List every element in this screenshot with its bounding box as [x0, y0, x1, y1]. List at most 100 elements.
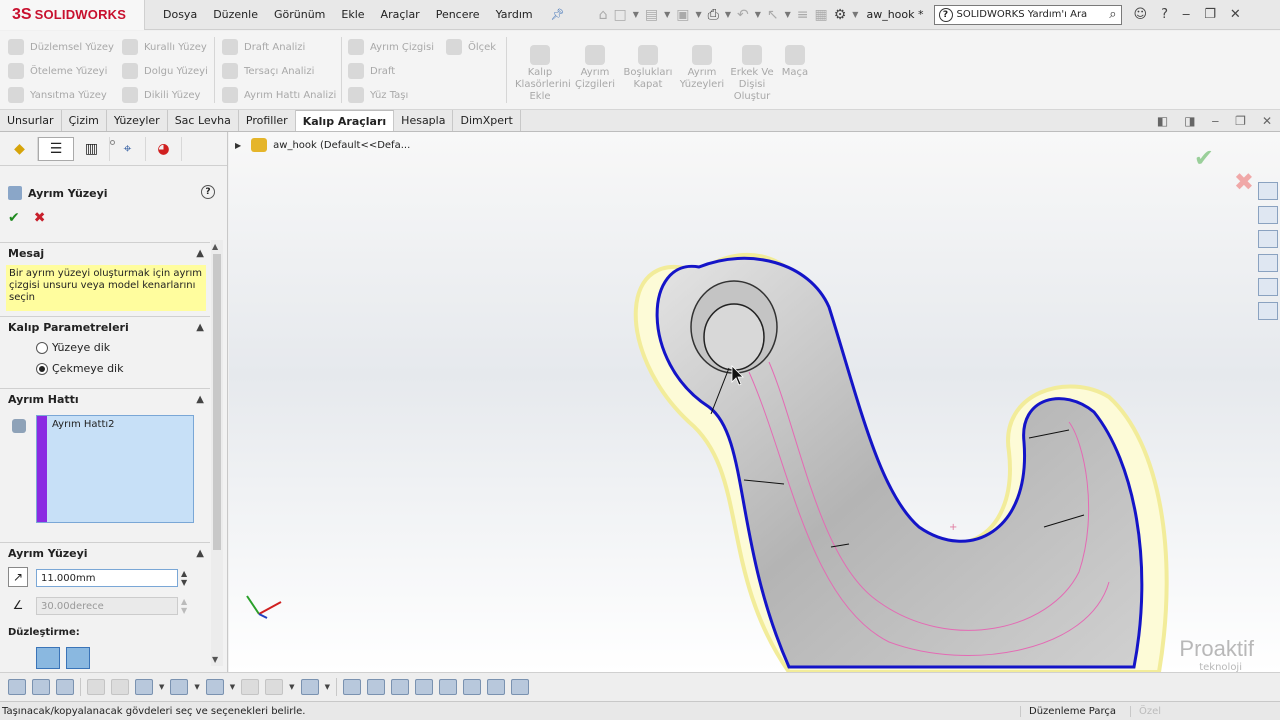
view-settings-icon[interactable] [300, 679, 319, 695]
message-header[interactable]: Mesaj ▲ [0, 243, 210, 263]
menu-window[interactable]: Pencere [436, 8, 480, 21]
panel-grip[interactable] [110, 140, 115, 145]
feature-manager-tab[interactable]: ◆ [2, 136, 38, 161]
collapse-chevron-icon[interactable]: ▲ [196, 394, 204, 405]
property-manager-tab[interactable]: ☰ [38, 136, 74, 161]
help-search-input[interactable]: ? SOLIDWORKS Yardım'ı Ara ⌕ [933, 4, 1122, 25]
tab-sketch[interactable]: Çizim [62, 110, 107, 131]
new-document-icon[interactable]: □ [613, 7, 626, 23]
collapse-chevron-icon[interactable]: ▲ [196, 548, 204, 559]
custom-properties-icon[interactable] [1258, 302, 1278, 320]
open-folder-icon[interactable]: ▤ [645, 7, 658, 23]
appearances-icon[interactable] [1258, 278, 1278, 296]
radio-perpendicular-to-pull[interactable]: Çekmeye dik [0, 358, 210, 379]
restore-icon[interactable]: ❐ [1204, 7, 1216, 22]
pm-help-icon[interactable]: ? [201, 185, 215, 199]
display-style-icon[interactable] [170, 679, 189, 695]
menu-file[interactable]: Dosya [163, 8, 197, 21]
mold-folders-button[interactable]: Kalıp Klasörlerini Ekle [515, 45, 571, 103]
save-icon[interactable]: ▣ [676, 7, 689, 23]
left-view-icon[interactable] [390, 679, 409, 695]
right-view-icon[interactable] [414, 679, 433, 695]
solidworks-logo[interactable]: 3S SOLIDWORKS [0, 0, 145, 30]
planar-surface-button[interactable]: Düzlemsel Yüzey [8, 35, 114, 59]
tab-surfaces[interactable]: Yüzeyler [107, 110, 168, 131]
tab-features[interactable]: Unsurlar [0, 110, 62, 131]
edit-appearance-icon[interactable] [241, 679, 260, 695]
search-icon[interactable]: ⌕ [1109, 7, 1116, 22]
configuration-manager-tab[interactable]: ▥ [74, 136, 110, 161]
tab-dimxpert[interactable]: DimXpert [453, 110, 521, 131]
angle-input[interactable]: 30.00derece [36, 597, 178, 615]
help-icon[interactable]: ? [1161, 7, 1168, 22]
hide-show-items-icon[interactable] [205, 679, 224, 695]
undo-icon[interactable]: ↶ [737, 7, 749, 23]
confirm-cancel-icon[interactable]: ✖ [1234, 168, 1254, 196]
cancel-x-icon[interactable]: ✖ [34, 210, 46, 226]
knit-surface-button[interactable]: Dikili Yüzey [122, 83, 208, 107]
hook-model[interactable] [229, 132, 1280, 672]
parting-surface-header[interactable]: Ayrım Yüzeyi ▲ [0, 543, 210, 563]
tile-left-icon[interactable]: ◧ [1157, 114, 1168, 128]
menu-edit[interactable]: Düzenle [213, 8, 258, 21]
tab-mold-tools[interactable]: Kalıp Araçları [295, 110, 395, 131]
graphics-area[interactable]: ▶ aw_hook (Default<<Defa... ✔ ✖ + Proakt… [229, 132, 1280, 672]
front-view-icon[interactable] [342, 679, 361, 695]
back-view-icon[interactable] [366, 679, 385, 695]
collapse-chevron-icon[interactable]: ▲ [196, 248, 204, 259]
display-manager-tab[interactable]: ◕ [146, 136, 182, 161]
previous-view-icon[interactable] [56, 679, 74, 695]
section-view-icon[interactable] [87, 679, 105, 695]
viewport-close-icon[interactable]: ✕ [1262, 114, 1272, 128]
viewport-minimize-icon[interactable]: ‒ [1212, 114, 1220, 128]
confirm-ok-icon[interactable]: ✔ [1194, 144, 1214, 172]
tab-profiles[interactable]: Profiller [239, 110, 296, 131]
scroll-up-icon[interactable]: ▲ [212, 242, 218, 251]
status-custom-units[interactable]: Özel [1130, 705, 1200, 717]
file-explorer-icon[interactable] [1258, 230, 1278, 248]
distance-input[interactable]: 11.000mm [36, 569, 178, 587]
ruled-surface-button[interactable]: Kurallı Yüzey [122, 35, 208, 59]
normal-to-icon[interactable] [510, 679, 529, 695]
scroll-thumb[interactable] [213, 254, 221, 550]
viewport-restore-icon[interactable]: ❐ [1235, 114, 1246, 128]
selected-parting-line[interactable]: Ayrım Hattı2 [52, 419, 115, 430]
gear-icon[interactable]: ⚙ [834, 7, 847, 23]
angle-spinner[interactable]: ▲ ▼ [181, 597, 187, 615]
smooth-smoothing-button[interactable] [66, 647, 90, 669]
home-icon[interactable]: ⌂ [599, 7, 608, 23]
apply-scene-icon[interactable] [265, 679, 284, 695]
parting-line-header[interactable]: Ayrım Hattı ▲ [0, 389, 210, 409]
file-properties-icon[interactable]: ▦ [815, 7, 828, 23]
solidworks-resources-icon[interactable] [1258, 182, 1278, 200]
design-library-icon[interactable] [1258, 206, 1278, 224]
tile-right-icon[interactable]: ◨ [1184, 114, 1195, 128]
select-arrow-icon[interactable]: ↖ [767, 7, 779, 23]
parting-lines-button[interactable]: Ayrım Çizgileri [570, 45, 620, 91]
split-line-button[interactable]: Ayrım Çizgisi [348, 35, 434, 59]
menu-tools[interactable]: Araçlar [381, 8, 420, 21]
dimxpert-manager-tab[interactable]: ⌖ [110, 136, 146, 161]
draft-button[interactable]: Draft [348, 59, 434, 83]
user-icon[interactable]: ☺ [1134, 7, 1148, 22]
undercut-analysis-button[interactable]: Tersaçı Analizi [222, 59, 336, 83]
close-icon[interactable]: ✕ [1230, 7, 1241, 22]
radio-normal-to-surface[interactable]: Yüzeye dik [0, 337, 210, 358]
print-icon[interactable]: ⎙ [708, 7, 719, 23]
menu-help[interactable]: Yardım [496, 8, 533, 21]
radio-button-selected[interactable] [36, 362, 48, 375]
collapse-chevron-icon[interactable]: ▲ [196, 322, 204, 333]
mirror-surface-button[interactable]: Yansıtma Yüzey [8, 83, 114, 107]
tab-evaluate[interactable]: Hesapla [394, 110, 454, 131]
menu-insert[interactable]: Ekle [341, 8, 364, 21]
ok-checkmark-icon[interactable]: ✔ [8, 210, 20, 226]
parting-surfaces-button[interactable]: Ayrım Yüzeyleri [677, 45, 727, 91]
tab-sheet-metal[interactable]: Sac Levha [168, 110, 239, 131]
menu-view[interactable]: Görünüm [274, 8, 325, 21]
move-face-button[interactable]: Yüz Taşı [348, 83, 434, 107]
isometric-view-icon[interactable] [486, 679, 505, 695]
shut-off-surfaces-button[interactable]: Boşlukları Kapat [623, 45, 673, 91]
pin-icon[interactable]: 📌︎ [551, 8, 565, 21]
sharp-smoothing-button[interactable] [36, 647, 60, 669]
offset-surface-button[interactable]: Öteleme Yüzeyi [8, 59, 114, 83]
